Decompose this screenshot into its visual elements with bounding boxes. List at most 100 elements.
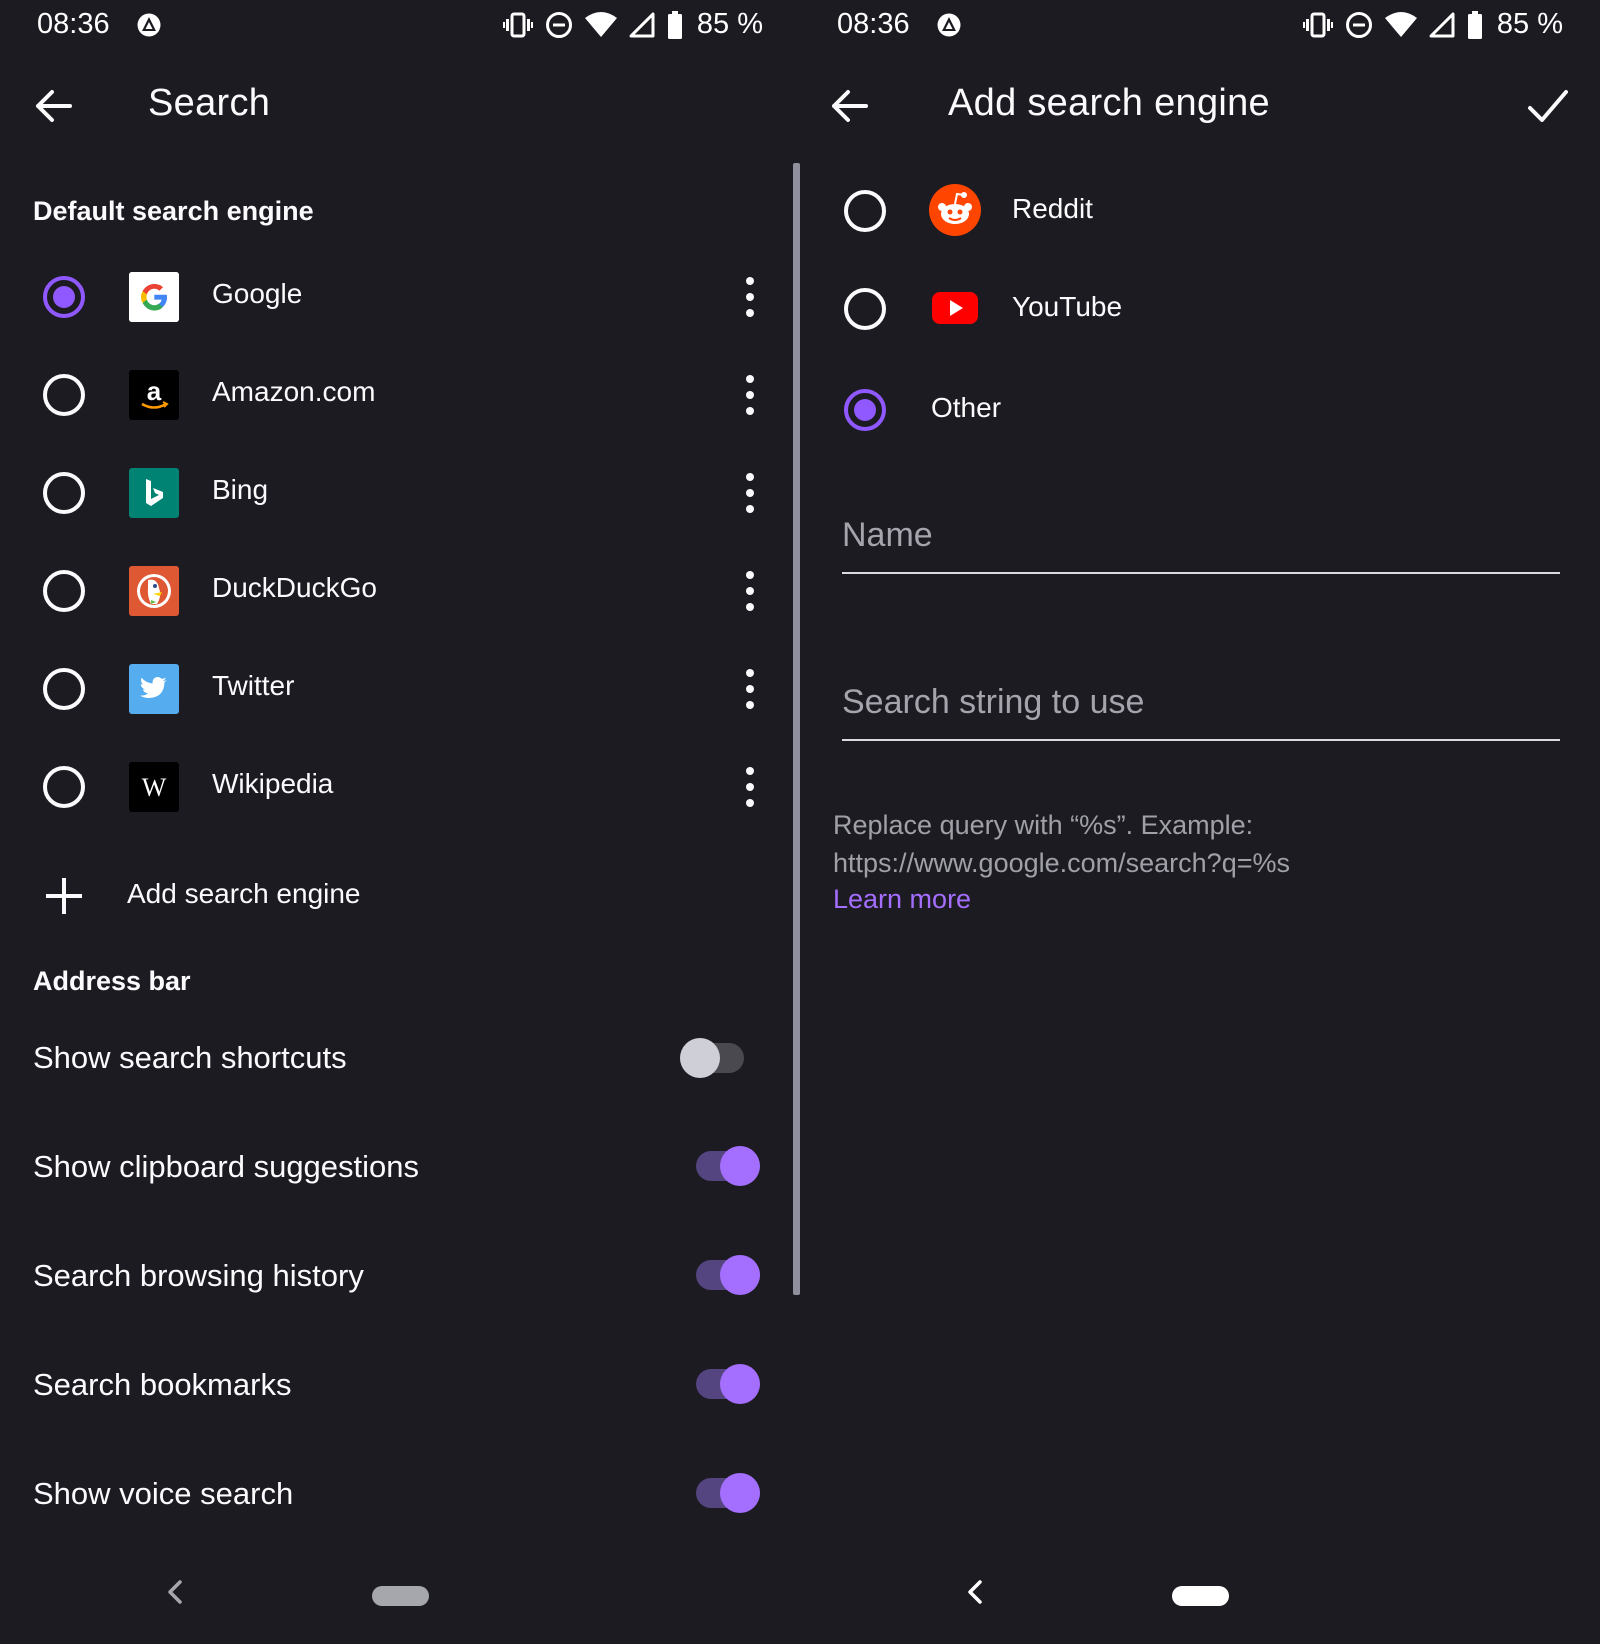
- status-time: 08:36: [837, 8, 910, 40]
- nav-home-pill[interactable]: [372, 1586, 429, 1606]
- reddit-icon: [929, 184, 981, 236]
- toggle-switch[interactable]: [696, 1146, 760, 1186]
- toolbar: Add search engine: [800, 70, 1600, 142]
- checkmark-save-button[interactable]: [1520, 80, 1576, 132]
- pref-label: Show voice search: [33, 1476, 294, 1511]
- pref-search-bookmarks[interactable]: Search bookmarks: [0, 1335, 760, 1435]
- plus-icon: [46, 878, 82, 914]
- radio-button[interactable]: [43, 668, 85, 710]
- engine-row-twitter[interactable]: Twitter: [0, 640, 760, 738]
- do-not-disturb-icon: [545, 11, 572, 38]
- back-arrow-button[interactable]: [24, 80, 84, 132]
- cell-signal-icon: [629, 12, 655, 37]
- toolbar: Search: [0, 70, 800, 142]
- wifi-icon: [584, 11, 617, 37]
- pref-show-clipboard-suggestions[interactable]: Show clipboard suggestions: [0, 1117, 760, 1217]
- radio-button[interactable]: [43, 766, 85, 808]
- radio-button[interactable]: [43, 472, 85, 514]
- engine-row-duckduckgo[interactable]: DuckDuckGo: [0, 542, 760, 640]
- pref-label: Search bookmarks: [33, 1367, 292, 1402]
- pref-label: Search browsing history: [33, 1258, 364, 1293]
- battery-icon: [1467, 10, 1482, 39]
- name-input[interactable]: [842, 504, 1560, 566]
- page-title: Add search engine: [948, 82, 1270, 124]
- nav-home-pill[interactable]: [1172, 1586, 1229, 1606]
- engine-label: Amazon.com: [212, 376, 376, 407]
- search-string-field[interactable]: [842, 671, 1560, 741]
- google-icon: [129, 272, 179, 322]
- amazon-icon: a: [129, 370, 179, 420]
- twitter-icon: [129, 664, 179, 714]
- svg-text:W: W: [142, 773, 167, 802]
- add-search-engine-label: Add search engine: [127, 878, 361, 909]
- engine-label: Wikipedia: [212, 768, 334, 799]
- page-title: Search: [148, 82, 271, 124]
- toggle-switch[interactable]: [680, 1038, 744, 1078]
- learn-more-link[interactable]: Learn more: [833, 884, 971, 915]
- pref-search-browsing-history[interactable]: Search browsing history: [0, 1226, 760, 1326]
- engine-label: Twitter: [212, 670, 295, 701]
- system-nav-bar: [0, 1554, 800, 1644]
- nav-back-icon[interactable]: [960, 1572, 990, 1612]
- battery-percentage: 85 %: [696, 8, 763, 40]
- choice-row-other[interactable]: Other: [800, 359, 1600, 457]
- choice-row-youtube[interactable]: YouTube: [800, 261, 1600, 359]
- choice-label: YouTube: [1012, 291, 1123, 322]
- engine-row-wikipedia[interactable]: W Wikipedia: [0, 738, 760, 836]
- nav-back-icon[interactable]: [160, 1572, 190, 1612]
- vibrate-icon: [1302, 12, 1333, 37]
- more-options-icon[interactable]: [735, 664, 765, 714]
- add-search-engine-screen: 08:36 85 % Add search engine Reddit YouT…: [800, 0, 1600, 1644]
- back-arrow-button[interactable]: [820, 80, 880, 132]
- status-bar: 08:36 85 %: [800, 0, 1600, 50]
- engine-label: DuckDuckGo: [212, 572, 377, 603]
- field-underline: [842, 572, 1560, 574]
- pref-label: Show search shortcuts: [33, 1040, 347, 1075]
- scrollbar[interactable]: [793, 163, 800, 1295]
- choice-row-reddit[interactable]: Reddit: [800, 163, 1600, 261]
- battery-icon: [667, 10, 682, 39]
- pref-show-search-shortcuts[interactable]: Show search shortcuts: [0, 1008, 760, 1108]
- pref-label: Show clipboard suggestions: [33, 1149, 420, 1184]
- more-options-icon[interactable]: [735, 762, 765, 812]
- toggle-switch[interactable]: [696, 1473, 760, 1513]
- system-nav-bar: [800, 1554, 1600, 1644]
- app-notification-icon: [137, 13, 161, 37]
- engine-label: Bing: [212, 474, 269, 505]
- add-search-engine-button[interactable]: Add search engine: [0, 860, 760, 940]
- more-options-icon[interactable]: [735, 468, 765, 518]
- engine-row-amazon[interactable]: a Amazon.com: [0, 346, 760, 444]
- radio-button[interactable]: [844, 288, 886, 330]
- helper-line-2: https://www.google.com/search?q=%s: [833, 848, 1290, 878]
- cell-signal-icon: [1429, 12, 1455, 37]
- status-icons: 85 %: [502, 8, 763, 41]
- field-underline: [842, 739, 1560, 741]
- helper-text: Replace query with “%s”. Example: https:…: [833, 806, 1573, 882]
- engine-row-bing[interactable]: Bing: [0, 444, 760, 542]
- search-settings-screen: 08:36 85 % Search Default search engine …: [0, 0, 800, 1644]
- engine-row-google[interactable]: Google: [0, 248, 760, 346]
- status-time: 08:36: [37, 8, 110, 40]
- app-notification-icon: [937, 13, 961, 37]
- toggle-switch[interactable]: [696, 1255, 760, 1295]
- wikipedia-icon: W: [129, 762, 179, 812]
- svg-text:a: a: [147, 376, 162, 406]
- radio-button[interactable]: [43, 374, 85, 416]
- helper-line-1: Replace query with “%s”. Example:: [833, 810, 1254, 840]
- vibrate-icon: [502, 12, 533, 37]
- youtube-icon: [932, 292, 978, 324]
- name-field[interactable]: [842, 504, 1560, 574]
- radio-button[interactable]: [844, 389, 886, 431]
- more-options-icon[interactable]: [735, 272, 765, 322]
- more-options-icon[interactable]: [735, 370, 765, 420]
- radio-button[interactable]: [844, 190, 886, 232]
- section-header-address-bar: Address bar: [33, 966, 191, 996]
- do-not-disturb-icon: [1345, 11, 1372, 38]
- pref-show-voice-search[interactable]: Show voice search: [0, 1444, 760, 1544]
- bing-icon: [129, 468, 179, 518]
- more-options-icon[interactable]: [735, 566, 765, 616]
- radio-button[interactable]: [43, 570, 85, 612]
- radio-button[interactable]: [43, 276, 85, 318]
- search-string-input[interactable]: [842, 671, 1560, 733]
- toggle-switch[interactable]: [696, 1364, 760, 1404]
